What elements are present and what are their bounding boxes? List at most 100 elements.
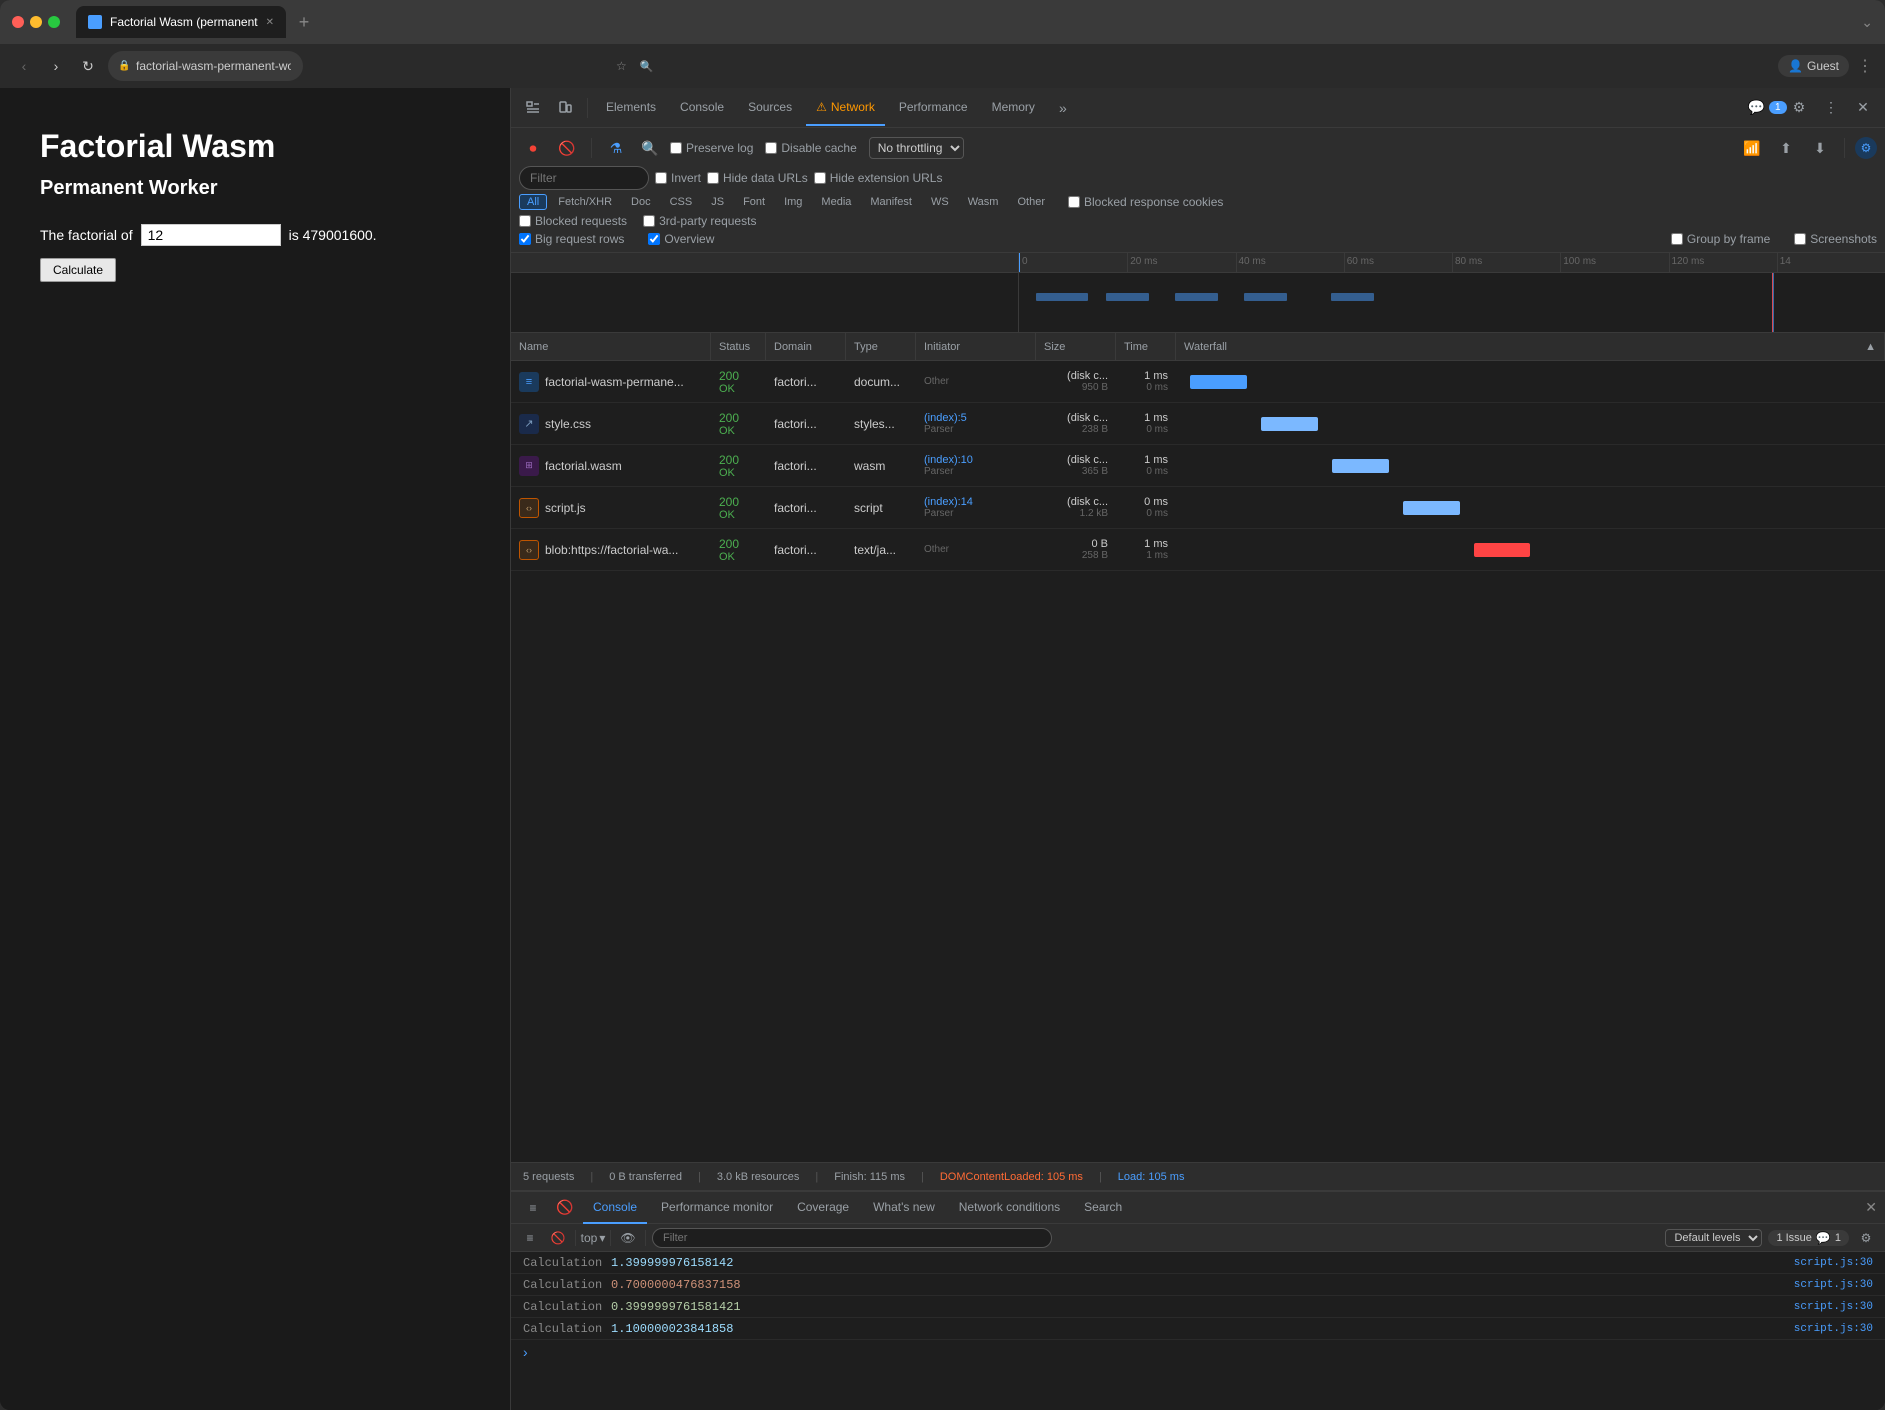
online-icon[interactable]: 📶: [1738, 134, 1766, 162]
th-size[interactable]: Size: [1036, 333, 1116, 360]
close-window-button[interactable]: [12, 16, 24, 28]
browser-menu-button[interactable]: ⋮: [1857, 56, 1873, 76]
filter-font[interactable]: Font: [735, 194, 773, 210]
console-levels-select[interactable]: Default levels: [1665, 1229, 1762, 1247]
blocked-requests-checkbox[interactable]: Blocked requests: [519, 214, 627, 228]
console-settings-btn[interactable]: ⚙: [1855, 1227, 1877, 1249]
factorial-input[interactable]: [141, 224, 281, 246]
hide-ext-urls-checkbox[interactable]: Hide extension URLs: [814, 171, 943, 185]
big-request-rows-checkbox[interactable]: Big request rows: [519, 232, 624, 246]
new-tab-button[interactable]: +: [290, 8, 318, 36]
issues-button[interactable]: 💬1: [1753, 94, 1781, 122]
console-source-link[interactable]: script.js:30: [1794, 1301, 1873, 1313]
more-tabs-button[interactable]: »: [1049, 94, 1077, 122]
th-status[interactable]: Status: [711, 333, 766, 360]
row-initiator-link[interactable]: (index):5: [924, 412, 967, 424]
third-party-checkbox[interactable]: 3rd-party requests: [643, 214, 756, 228]
preserve-log-checkbox[interactable]: Preserve log: [670, 141, 753, 155]
filter-manifest[interactable]: Manifest: [862, 194, 920, 210]
table-row[interactable]: ≡ factorial-wasm-permane... 200 OK facto…: [511, 361, 1885, 403]
search-button[interactable]: 🔍: [636, 134, 664, 162]
tab-network[interactable]: ⚠ Network: [806, 90, 885, 126]
console-source-link[interactable]: script.js:30: [1794, 1323, 1873, 1335]
profile-button[interactable]: 👤 Guest: [1778, 55, 1849, 77]
console-clear-btn[interactable]: 🚫: [551, 1194, 579, 1222]
tab-close-button[interactable]: ✕: [266, 17, 274, 28]
filter-media[interactable]: Media: [813, 194, 859, 210]
th-time[interactable]: Time: [1116, 333, 1176, 360]
active-tab[interactable]: Factorial Wasm (permanent ✕: [76, 6, 286, 38]
filter-img[interactable]: Img: [776, 194, 810, 210]
filter-all[interactable]: All: [519, 194, 547, 210]
console-panel-settings[interactable]: ≡: [519, 1194, 547, 1222]
hide-data-urls-checkbox[interactable]: Hide data URLs: [707, 171, 808, 185]
console-filter-input[interactable]: [652, 1228, 1052, 1248]
console-expand-btn[interactable]: ›: [511, 1340, 1885, 1364]
console-tab-console[interactable]: Console: [583, 1192, 647, 1224]
table-row[interactable]: ⊞ factorial.wasm 200 OK factori... wasm: [511, 445, 1885, 487]
blocked-response-cookies-checkbox[interactable]: Blocked response cookies: [1068, 195, 1223, 209]
issues-count-badge[interactable]: 1 Issue 💬 1: [1768, 1230, 1849, 1246]
filter-js[interactable]: JS: [703, 194, 732, 210]
maximize-window-button[interactable]: [48, 16, 60, 28]
download-button[interactable]: ⬇: [1806, 134, 1834, 162]
filter-toggle-button[interactable]: ⚗: [602, 134, 630, 162]
filter-ws[interactable]: WS: [923, 194, 957, 210]
th-waterfall[interactable]: Waterfall ▲: [1176, 333, 1885, 360]
reload-button[interactable]: ↻: [76, 54, 100, 78]
upload-button[interactable]: ⬆: [1772, 134, 1800, 162]
back-button[interactable]: ‹: [12, 54, 36, 78]
row-initiator-link[interactable]: (index):10: [924, 454, 973, 466]
bookmark-star[interactable]: ☆: [616, 59, 627, 73]
calculate-button[interactable]: Calculate: [40, 258, 116, 282]
console-panel-close[interactable]: ✕: [1865, 1199, 1877, 1216]
filter-fetch[interactable]: Fetch/XHR: [550, 194, 620, 210]
invert-checkbox[interactable]: Invert: [655, 171, 701, 185]
th-domain[interactable]: Domain: [766, 333, 846, 360]
zoom-button[interactable]: 🔍: [635, 54, 659, 78]
console-sidebar-btn[interactable]: ≡: [519, 1227, 541, 1249]
th-name[interactable]: Name: [511, 333, 711, 360]
console-tab-whats-new[interactable]: What's new: [863, 1192, 945, 1224]
th-type[interactable]: Type: [846, 333, 916, 360]
tab-console[interactable]: Console: [670, 90, 734, 126]
table-row[interactable]: ↗ style.css 200 OK factori... styles...: [511, 403, 1885, 445]
console-source-link[interactable]: script.js:30: [1794, 1279, 1873, 1291]
inspect-element-button[interactable]: [519, 94, 547, 122]
tab-memory[interactable]: Memory: [982, 90, 1045, 126]
tab-performance[interactable]: Performance: [889, 90, 978, 126]
tab-elements[interactable]: Elements: [596, 90, 666, 126]
filter-wasm[interactable]: Wasm: [960, 194, 1007, 210]
close-devtools-button[interactable]: ✕: [1849, 94, 1877, 122]
customize-devtools-button[interactable]: ⋮: [1817, 94, 1845, 122]
screenshots-checkbox[interactable]: Screenshots: [1794, 232, 1877, 246]
filter-css[interactable]: CSS: [662, 194, 701, 210]
console-tab-network-conditions[interactable]: Network conditions: [949, 1192, 1070, 1224]
device-toolbar-button[interactable]: [551, 94, 579, 122]
group-by-frame-checkbox[interactable]: Group by frame: [1671, 232, 1770, 246]
table-row[interactable]: ‹› blob:https://factorial-wa... 200 OK f…: [511, 529, 1885, 571]
settings-button[interactable]: ⚙: [1785, 94, 1813, 122]
network-settings-button[interactable]: ⚙: [1855, 137, 1877, 159]
address-input[interactable]: [108, 51, 303, 81]
network-filter-input[interactable]: [519, 166, 649, 190]
tab-list-button[interactable]: ⌄: [1861, 14, 1873, 31]
filter-doc[interactable]: Doc: [623, 194, 659, 210]
console-tab-performance-monitor[interactable]: Performance monitor: [651, 1192, 783, 1224]
disable-cache-checkbox[interactable]: Disable cache: [765, 141, 856, 155]
console-tab-search[interactable]: Search: [1074, 1192, 1132, 1224]
record-button[interactable]: ⏺: [519, 134, 547, 162]
console-tab-coverage[interactable]: Coverage: [787, 1192, 859, 1224]
table-row[interactable]: ‹› script.js 200 OK factori... script (i: [511, 487, 1885, 529]
throttle-select[interactable]: No throttling: [869, 137, 964, 159]
forward-button[interactable]: ›: [44, 54, 68, 78]
row-initiator-link[interactable]: (index):14: [924, 496, 973, 508]
eye-icon-btn[interactable]: 👁: [617, 1227, 639, 1249]
th-initiator[interactable]: Initiator: [916, 333, 1036, 360]
console-context-selector[interactable]: top ▾: [582, 1227, 604, 1249]
console-source-link[interactable]: script.js:30: [1794, 1257, 1873, 1269]
minimize-window-button[interactable]: [30, 16, 42, 28]
overview-checkbox[interactable]: Overview: [648, 232, 714, 246]
filter-other[interactable]: Other: [1009, 194, 1053, 210]
clear-button[interactable]: 🚫: [553, 134, 581, 162]
